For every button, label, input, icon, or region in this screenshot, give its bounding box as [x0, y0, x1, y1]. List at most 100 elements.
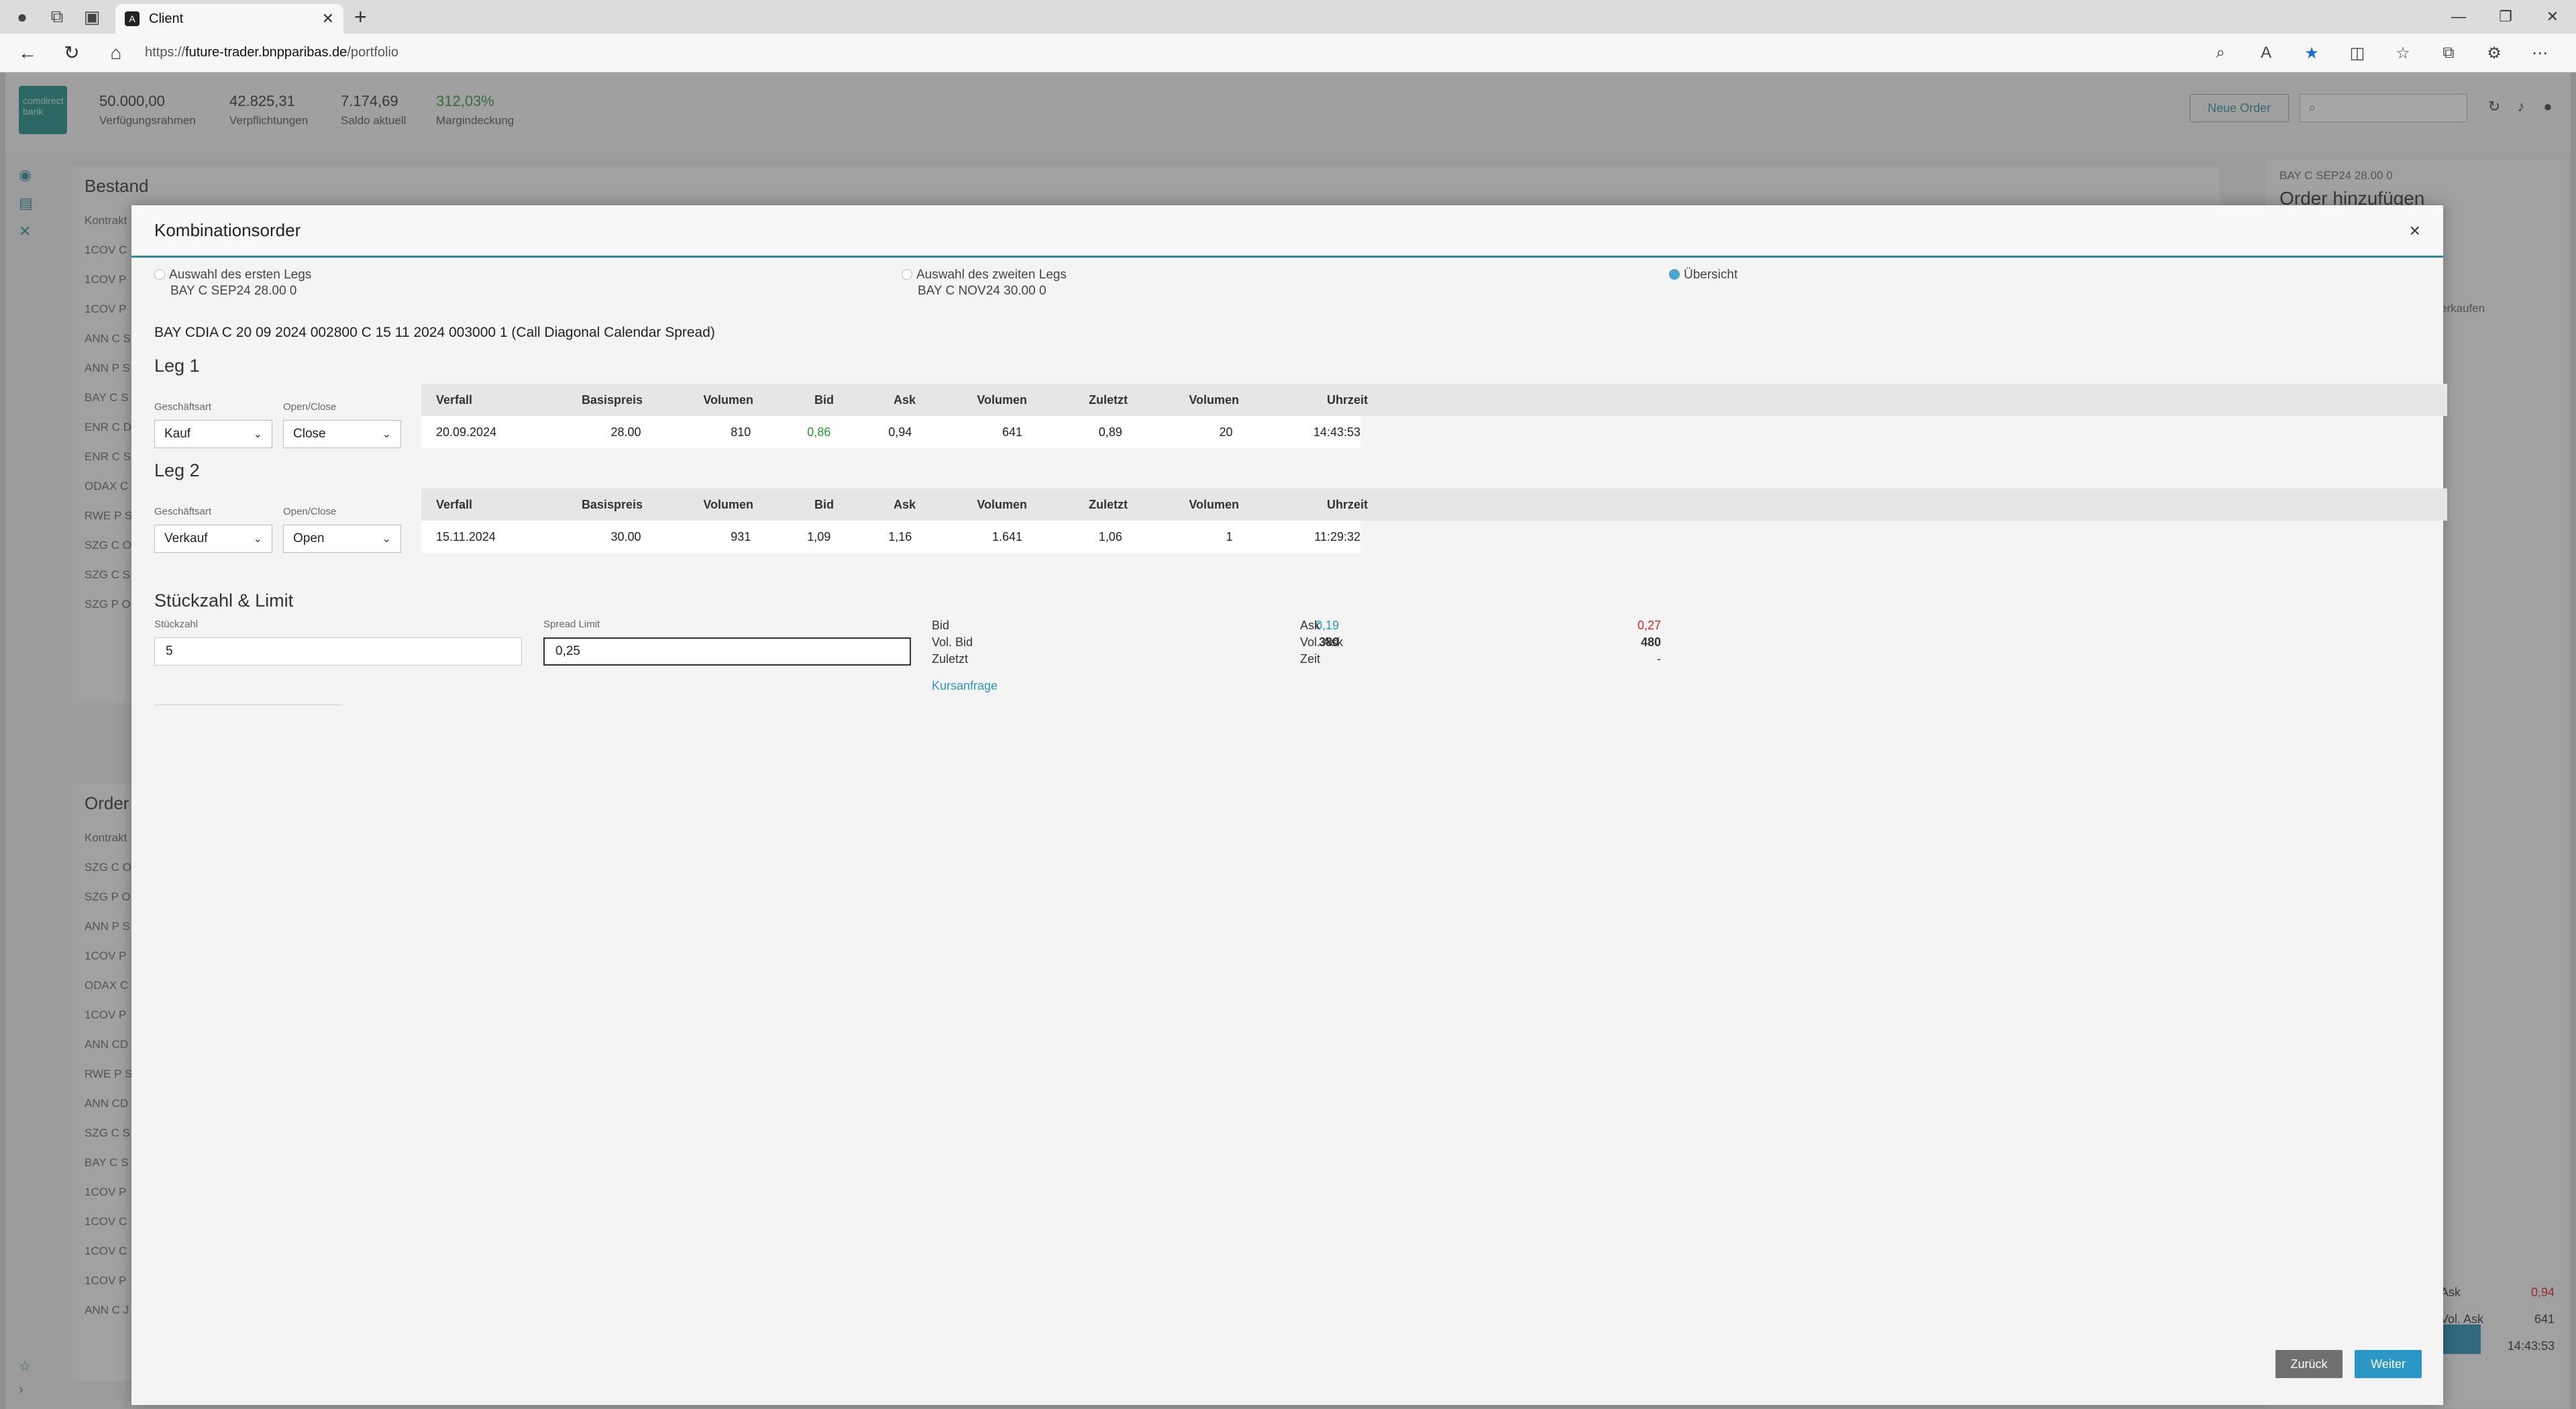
col-bid: Bid — [814, 393, 834, 407]
col-volumen: Volumen — [703, 497, 753, 511]
col-bid: Bid — [814, 497, 834, 511]
collections-icon[interactable]: ⧉ — [2426, 44, 2471, 62]
kursanfrage-link[interactable]: Kursanfrage — [932, 679, 998, 693]
step-dot-icon — [154, 269, 165, 280]
col-ask: Ask — [893, 393, 916, 407]
favorites-icon[interactable]: ☆ — [2380, 44, 2426, 63]
spread-limit-label: Spread Limit — [543, 619, 600, 630]
browser-tab-client[interactable]: A Client ✕ — [115, 4, 343, 34]
geschaeftsart-label: Geschäftsart — [154, 401, 212, 413]
split-screen-icon[interactable]: ◫ — [2334, 44, 2380, 63]
cell-basispreis: 28.00 — [610, 425, 641, 439]
wizard-steps: Auswahl des ersten Legs BAY C SEP24 28.0… — [154, 267, 2422, 307]
table-header: Verfall Basispreis Volumen Bid Ask Volum… — [421, 384, 2447, 416]
quote-volask-label: Vol. Ask — [1300, 635, 1344, 649]
chevron-down-icon: ⌄ — [253, 429, 262, 440]
cell-ask: 1,16 — [888, 529, 912, 543]
step-active-dot-icon — [1669, 269, 1680, 280]
col-basispreis: Basispreis — [581, 497, 643, 511]
quote-volask-value: 480 — [1640, 635, 1661, 649]
back-icon[interactable]: ← — [11, 42, 44, 64]
quote-volbid-label: Vol. Bid — [932, 635, 973, 649]
step-dot-icon — [902, 269, 912, 280]
next-button[interactable]: Weiter — [2355, 1350, 2422, 1378]
close-icon[interactable]: × — [2410, 220, 2420, 242]
cell-volumen: 641 — [1002, 425, 1023, 439]
zoom-icon[interactable]: ⌕ — [2198, 44, 2243, 62]
chevron-down-icon: ⌄ — [253, 533, 262, 545]
url-path: /portfolio — [347, 45, 399, 60]
leg2-quote-table: Verfall Basispreis Volumen Bid Ask Volum… — [421, 488, 2447, 553]
step-overview[interactable]: Übersicht — [1669, 267, 1737, 283]
angular-icon: A — [125, 11, 140, 26]
stueckzahl-limit-title: Stückzahl & Limit — [154, 590, 294, 611]
reload-icon[interactable]: ↻ — [55, 42, 89, 64]
leg2-openclose-select[interactable]: Open ⌄ — [283, 525, 401, 553]
step-first-leg[interactable]: Auswahl des ersten Legs BAY C SEP24 28.0… — [154, 267, 311, 299]
leg1-title: Leg 1 — [154, 356, 200, 376]
leg1-geschaeftsart-select[interactable]: Kauf ⌄ — [154, 420, 272, 448]
favorite-star-icon[interactable]: ★ — [2289, 44, 2334, 63]
extensions-icon[interactable]: ⚙ — [2471, 44, 2517, 63]
close-tab-icon[interactable]: ✕ — [322, 10, 334, 28]
spread-limit-input[interactable]: 0,25 — [543, 637, 911, 666]
step-label: Auswahl des ersten Legs — [169, 268, 312, 282]
col-volumen: Volumen — [703, 393, 753, 407]
combination-name: BAY CDIA C 20 09 2024 002800 C 15 11 202… — [154, 325, 715, 340]
select-value: Verkauf — [164, 531, 208, 545]
quote-ask-value: 0,27 — [1637, 619, 1661, 632]
step-sub: BAY C SEP24 28.00 0 — [170, 284, 297, 298]
stueckzahl-input[interactable]: 5 — [154, 637, 522, 666]
cell-bid: 0,86 — [807, 425, 831, 439]
leg1-quote-table: Verfall Basispreis Volumen Bid Ask Volum… — [421, 384, 2447, 448]
leg1-openclose-select[interactable]: Close ⌄ — [283, 420, 401, 448]
cell-volumen: 931 — [731, 529, 751, 543]
url-scheme: https:// — [145, 45, 186, 60]
quote-zeit-value: - — [1657, 652, 1661, 666]
cell-volumen: 20 — [1219, 425, 1233, 439]
step-sub: BAY C NOV24 30.00 0 — [918, 284, 1046, 298]
leg2-title: Leg 2 — [154, 460, 200, 480]
address-bar-actions: ⌕ A ★ ◫ ☆ ⧉ ⚙ ⋯ — [2198, 34, 2563, 72]
openclose-label: Open/Close — [283, 401, 337, 413]
restore-icon[interactable]: ❐ — [2482, 8, 2529, 25]
browser-tab-bar: ● ⧉ ▣ A Client ✕ + — ❐ ✕ — [0, 0, 2576, 34]
home-icon[interactable]: ⌂ — [99, 42, 133, 64]
profile-icon[interactable]: ● — [9, 4, 35, 30]
openclose-label: Open/Close — [283, 506, 337, 517]
minimize-icon[interactable]: — — [2435, 8, 2482, 25]
chevron-down-icon: ⌄ — [382, 533, 391, 545]
cell-verfall: 20.09.2024 — [436, 425, 497, 439]
more-icon[interactable]: ⋯ — [2517, 44, 2563, 63]
workspaces-icon[interactable]: ⧉ — [44, 4, 70, 30]
chevron-down-icon: ⌄ — [382, 429, 391, 440]
cell-volumen: 810 — [731, 425, 751, 439]
quote-zuletzt-label: Zuletzt — [932, 652, 969, 666]
col-verfall: Verfall — [436, 393, 473, 407]
step-label: Übersicht — [1684, 268, 1738, 282]
back-button[interactable]: Zurück — [2275, 1350, 2343, 1378]
address-bar: ← ↻ ⌂ https://future-trader.bnpparibas.d… — [0, 34, 2576, 72]
url-field[interactable]: https://future-trader.bnpparibas.de/port… — [145, 45, 398, 60]
select-value: Open — [293, 531, 325, 545]
step-second-leg[interactable]: Auswahl des zweiten Legs BAY C NOV24 30.… — [902, 267, 1067, 299]
col-uhrzeit: Uhrzeit — [1326, 393, 1368, 407]
col-volumen: Volumen — [977, 393, 1027, 407]
col-zuletzt: Zuletzt — [1089, 393, 1128, 407]
col-verfall: Verfall — [436, 497, 473, 511]
combination-order-modal: Kombinationsorder × Auswahl des ersten L… — [131, 205, 2447, 1405]
window-controls: — ❐ ✕ — [2435, 0, 2576, 34]
cell-zuletzt: 0,89 — [1098, 425, 1122, 439]
col-volumen: Volumen — [1189, 393, 1239, 407]
table-row: 20.09.2024 28.00 810 0,86 0,94 641 0,89 … — [421, 416, 1360, 448]
cell-uhrzeit: 11:29:32 — [1314, 529, 1360, 543]
quote-bid-label: Bid — [932, 619, 950, 632]
close-window-icon[interactable]: ✕ — [2529, 8, 2576, 25]
cell-zuletzt: 1,06 — [1098, 529, 1122, 543]
new-tab-icon[interactable]: + — [354, 5, 367, 30]
cell-bid: 1,09 — [807, 529, 831, 543]
step-label: Auswahl des zweiten Legs — [916, 268, 1067, 282]
tab-actions-icon[interactable]: ▣ — [79, 4, 105, 30]
read-aloud-icon[interactable]: A — [2243, 44, 2289, 62]
leg2-geschaeftsart-select[interactable]: Verkauf ⌄ — [154, 525, 272, 553]
